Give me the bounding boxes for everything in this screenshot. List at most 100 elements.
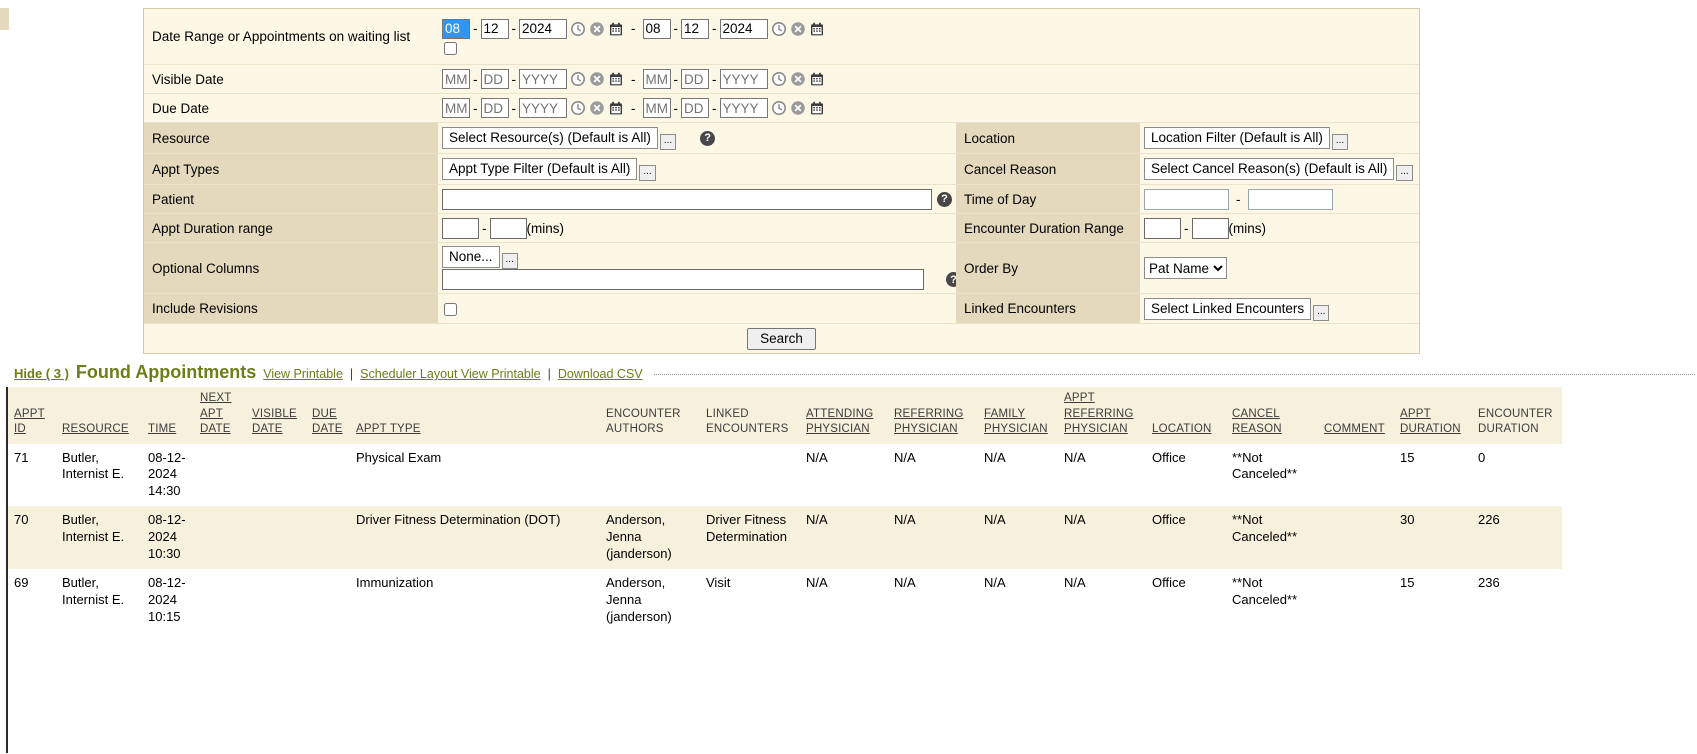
col-header-visible-date: VISIBLE DATE — [246, 387, 306, 444]
sort-link-appt-referring-physician[interactable]: APPT REFERRING PHYSICIAN — [1064, 392, 1134, 435]
clear-date-icon[interactable] — [589, 100, 605, 116]
sort-link-due-date[interactable]: DUE DATE — [312, 408, 343, 436]
resource-more-button[interactable]: ... — [660, 134, 676, 150]
view-printable-link[interactable]: View Printable — [263, 367, 343, 381]
time-picker-icon[interactable] — [771, 71, 787, 87]
due-from-yyyy-input[interactable] — [519, 98, 567, 118]
sort-link-resource[interactable]: RESOURCE — [62, 423, 129, 435]
due-to-yyyy-input[interactable] — [720, 98, 768, 118]
visible-from-dd-input[interactable] — [481, 69, 509, 89]
date-range-from-dd-input[interactable] — [481, 19, 509, 39]
col-header-referring-physician: REFERRING PHYSICIAN — [888, 387, 978, 444]
cell-appt-duration: 30 — [1394, 506, 1472, 569]
col-header-linked-encounters: LINKED ENCOUNTERS — [700, 387, 800, 444]
date-range-label: Date Range or Appointments on waiting li… — [144, 9, 438, 64]
time-of-day-from-input[interactable] — [1144, 189, 1229, 210]
due-to-dd-input[interactable] — [681, 98, 709, 118]
sort-link-location[interactable]: LOCATION — [1152, 423, 1212, 435]
sort-link-appt-id[interactable]: APPT ID — [14, 408, 45, 436]
patient-search-input[interactable] — [442, 189, 932, 210]
encounter-duration-max-input[interactable] — [1192, 218, 1229, 239]
optional-columns-button[interactable]: None... — [442, 246, 500, 268]
cell-location: Office — [1146, 444, 1226, 507]
col-header-encounter-duration: ENCOUNTER DURATION — [1472, 387, 1562, 444]
sort-link-comment[interactable]: COMMENT — [1324, 423, 1385, 435]
cancel-reason-more-button[interactable]: ... — [1396, 165, 1412, 181]
resource-help-icon[interactable]: ? — [700, 131, 715, 146]
col-header-time: TIME — [142, 387, 194, 444]
appointment-row-71[interactable]: 71Butler, Internist E.08-12-2024 14:30Ph… — [8, 444, 1562, 507]
clear-date-icon[interactable] — [790, 71, 806, 87]
cancel-reason-filter-button[interactable]: Select Cancel Reason(s) (Default is All) — [1144, 158, 1394, 180]
clear-date-icon[interactable] — [790, 100, 806, 116]
visible-to-mm-input[interactable] — [643, 69, 671, 89]
optional-columns-more-button[interactable]: ... — [502, 253, 518, 269]
date-range-to-dd-input[interactable] — [681, 19, 709, 39]
sort-link-visible-date[interactable]: VISIBLE DATE — [252, 408, 297, 436]
sort-link-referring-physician[interactable]: REFERRING PHYSICIAN — [894, 408, 964, 436]
patient-help-icon[interactable]: ? — [937, 192, 952, 207]
resource-filter-button[interactable]: Select Resource(s) (Default is All) — [442, 127, 658, 149]
form-row-optionalcolumns-orderby: Optional Columns None...... ? Order By P… — [144, 242, 1419, 293]
time-picker-icon[interactable] — [570, 100, 586, 116]
order-by-label: Order By — [956, 243, 1140, 293]
appt-type-more-button[interactable]: ... — [639, 165, 655, 181]
sort-link-family-physician[interactable]: FAMILY PHYSICIAN — [984, 408, 1048, 436]
linked-encounters-more-button[interactable]: ... — [1313, 305, 1329, 321]
sort-link-time[interactable]: TIME — [148, 423, 176, 435]
appointment-row-69[interactable]: 69Butler, Internist E.08-12-2024 10:15Im… — [8, 569, 1562, 632]
appt-duration-label: Appt Duration range — [144, 214, 438, 242]
date-separator: - — [712, 21, 717, 36]
scheduler-layout-printable-link[interactable]: Scheduler Layout View Printable — [360, 367, 540, 381]
encounter-duration-min-input[interactable] — [1144, 218, 1181, 239]
calendar-icon[interactable] — [809, 21, 825, 37]
waiting-list-checkbox[interactable] — [444, 42, 457, 55]
location-filter-button[interactable]: Location Filter (Default is All) — [1144, 127, 1330, 149]
calendar-icon[interactable] — [608, 71, 624, 87]
due-from-dd-input[interactable] — [481, 98, 509, 118]
clear-date-icon[interactable] — [589, 21, 605, 37]
date-range-to-mm-input[interactable] — [643, 19, 671, 39]
visible-to-dd-input[interactable] — [681, 69, 709, 89]
time-picker-icon[interactable] — [771, 100, 787, 116]
clear-date-icon[interactable] — [589, 71, 605, 87]
visible-from-yyyy-input[interactable] — [519, 69, 567, 89]
appt-duration-min-input[interactable] — [442, 218, 479, 239]
date-range-from-yyyy-input[interactable] — [519, 19, 567, 39]
due-to-mm-input[interactable] — [643, 98, 671, 118]
calendar-icon[interactable] — [608, 21, 624, 37]
hide-results-link[interactable]: Hide ( 3 ) — [14, 366, 69, 381]
appointment-row-70[interactable]: 70Butler, Internist E.08-12-2024 10:30Dr… — [8, 506, 1562, 569]
download-csv-link[interactable]: Download CSV — [558, 367, 643, 381]
calendar-icon[interactable] — [809, 100, 825, 116]
cell-appt-id: 69 — [8, 569, 56, 632]
visible-to-yyyy-input[interactable] — [720, 69, 768, 89]
time-picker-icon[interactable] — [570, 21, 586, 37]
date-range-from-mm-input[interactable] — [442, 19, 470, 39]
search-button[interactable]: Search — [747, 328, 816, 350]
form-row-appttypes-cancelreason: Appt Types Appt Type Filter (Default is … — [144, 153, 1419, 184]
appt-duration-max-input[interactable] — [490, 218, 527, 239]
time-picker-icon[interactable] — [570, 71, 586, 87]
date-range-to-yyyy-input[interactable] — [720, 19, 768, 39]
due-from-mm-input[interactable] — [442, 98, 470, 118]
sort-link-next-apt-date[interactable]: NEXT APT DATE — [200, 392, 231, 435]
time-of-day-to-input[interactable] — [1248, 189, 1333, 210]
results-header: Hide ( 3 ) Found Appointments View Print… — [14, 362, 1697, 383]
time-picker-icon[interactable] — [771, 21, 787, 37]
col-header-appt-id: APPT ID — [8, 387, 56, 444]
linked-encounters-button[interactable]: Select Linked Encounters — [1144, 298, 1311, 320]
clear-date-icon[interactable] — [790, 21, 806, 37]
location-more-button[interactable]: ... — [1332, 134, 1348, 150]
order-by-select[interactable]: Pat Name — [1144, 257, 1227, 279]
optional-columns-input[interactable] — [442, 269, 924, 290]
sort-link-attending-physician[interactable]: ATTENDING PHYSICIAN — [806, 408, 873, 436]
sort-link-appt-type[interactable]: APPT TYPE — [356, 423, 421, 435]
sort-link-appt-duration[interactable]: APPT DURATION — [1400, 408, 1461, 436]
include-revisions-checkbox[interactable] — [444, 303, 457, 316]
appt-type-filter-button[interactable]: Appt Type Filter (Default is All) — [442, 158, 637, 180]
calendar-icon[interactable] — [809, 71, 825, 87]
calendar-icon[interactable] — [608, 100, 624, 116]
visible-from-mm-input[interactable] — [442, 69, 470, 89]
sort-link-cancel-reason[interactable]: CANCEL REASON — [1232, 408, 1282, 436]
